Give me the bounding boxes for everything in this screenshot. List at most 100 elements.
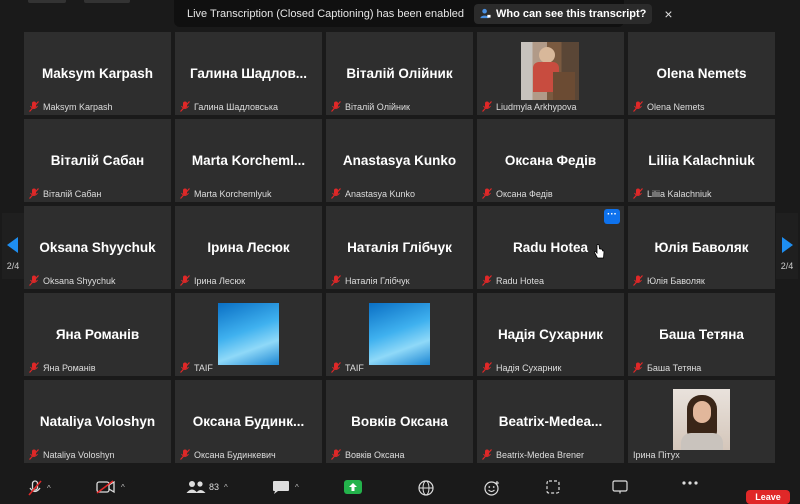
participant-label: Maksym Karpash	[29, 101, 113, 112]
mic-muted-icon	[180, 275, 190, 286]
participant-display-name: Olena Nemets	[656, 66, 747, 81]
mic-muted-icon	[482, 188, 492, 199]
chat-icon	[273, 481, 289, 494]
participant-display-name: Яна Романів	[55, 327, 140, 342]
chat-button[interactable]: ^	[272, 480, 299, 495]
hand-cursor-icon	[593, 244, 605, 259]
participant-tile[interactable]: Beatrix-Medea... Beatrix-Medea Brener	[477, 380, 624, 463]
participant-display-name: Наталія Глібчук	[347, 240, 452, 255]
participant-tile[interactable]: Наталія Глібчук Наталія Глібчук	[326, 206, 473, 289]
participant-label-text: Надія Сухарник	[496, 362, 562, 373]
mic-muted-icon	[180, 101, 190, 112]
participant-display-name: Віталій Олійник	[346, 66, 453, 81]
mic-muted-icon	[28, 480, 42, 496]
top-bar-ghost-element	[28, 0, 66, 3]
transcription-banner: Live Transcription (Closed Captioning) h…	[174, 0, 673, 27]
start-video-button[interactable]: ^	[96, 480, 125, 494]
participant-tile[interactable]: Віталій Сабан Віталій Сабан	[24, 119, 171, 202]
person-lock-icon	[480, 8, 491, 19]
share-screen-button[interactable]	[344, 480, 362, 495]
participant-video-thumbnail	[673, 389, 730, 450]
participant-tile[interactable]: TAIF	[326, 293, 473, 376]
participant-tile[interactable]: Oksana Shyychuk Oksana Shyychuk	[24, 206, 171, 289]
chevron-up-icon[interactable]: ^	[224, 483, 228, 492]
chevron-up-icon[interactable]: ^	[121, 483, 125, 492]
participant-label-text: Вовків Оксана	[345, 449, 405, 460]
more-button[interactable]	[682, 480, 698, 486]
mic-muted-icon	[29, 188, 39, 199]
participant-label: Anastasya Kunko	[331, 188, 415, 199]
mic-muted-icon	[180, 449, 190, 460]
participant-tile[interactable]: Marta Korcheml... Marta Korchemlyuk	[175, 119, 322, 202]
page-indicator-right: 2/4	[780, 261, 794, 271]
participant-tile[interactable]: Nataliya Voloshyn Nataliya Voloshyn	[24, 380, 171, 463]
participant-grid: Maksym Karpash Maksym Karpash Галина Шад…	[24, 32, 776, 464]
page-indicator-left: 2/4	[6, 261, 20, 271]
participant-label: Liliia Kalachniuk	[633, 188, 712, 199]
participant-tile[interactable]: Liliia Kalachniuk Liliia Kalachniuk	[628, 119, 775, 202]
participant-tile[interactable]: Liudmyla Arkhypova	[477, 32, 624, 115]
reactions-button[interactable]	[484, 480, 500, 496]
participant-tile[interactable]: Maksym Karpash Maksym Karpash	[24, 32, 171, 115]
participant-tile[interactable]: Яна Романів Яна Романів	[24, 293, 171, 376]
close-banner-button[interactable]: ×	[664, 6, 672, 22]
participant-display-name: Beatrix-Medea...	[498, 414, 603, 429]
participant-display-name: Віталій Сабан	[50, 153, 145, 168]
previous-page-button[interactable]: 2/4	[2, 213, 24, 279]
participant-tile[interactable]: Оксана Будинк... Оксана Будинкевич	[175, 380, 322, 463]
participant-tile[interactable]: Olena Nemets Olena Nemets	[628, 32, 775, 115]
globe-icon	[418, 480, 434, 496]
participant-label-text: Liliia Kalachniuk	[647, 188, 712, 199]
participant-label-text: Beatrix-Medea Brener	[496, 449, 585, 460]
unmute-button[interactable]: ^	[28, 480, 51, 496]
participant-label: Radu Hotea	[482, 275, 544, 286]
apps-button[interactable]	[546, 480, 560, 494]
participant-label: Яна Романів	[29, 362, 96, 373]
translation-button[interactable]	[418, 480, 434, 496]
participant-display-name: Liliia Kalachniuk	[648, 153, 755, 168]
participant-label: Beatrix-Medea Brener	[482, 449, 584, 460]
participant-tile[interactable]: TAIF	[175, 293, 322, 376]
participant-tile[interactable]: Баша Тетяна Баша Тетяна	[628, 293, 775, 376]
mic-muted-icon	[633, 101, 643, 112]
participant-tile[interactable]: Галина Шадлов... Галина Шадловська	[175, 32, 322, 115]
mic-muted-icon	[482, 275, 492, 286]
chevron-up-icon[interactable]: ^	[295, 483, 299, 492]
top-bar-ghost-element	[84, 0, 130, 3]
participant-label-text: TAIF	[194, 362, 213, 373]
participant-tile[interactable]: Юлія Баволяк Юлія Баволяк	[628, 206, 775, 289]
next-page-button[interactable]: 2/4	[776, 213, 798, 279]
mic-muted-icon	[180, 188, 190, 199]
participant-tile[interactable]: Віталій Олійник Віталій Олійник	[326, 32, 473, 115]
who-can-see-transcript-button[interactable]: Who can see this transcript?	[474, 3, 653, 24]
participant-label-text: Наталія Глібчук	[345, 275, 410, 286]
leave-button[interactable]: Leave	[746, 490, 790, 504]
participant-tile[interactable]: Вовків Оксана Вовків Оксана	[326, 380, 473, 463]
tile-more-options-button[interactable]: ···	[604, 209, 620, 224]
participant-label: Liudmyla Arkhypova	[482, 101, 577, 112]
participant-display-name: Вовків Оксана	[351, 414, 448, 429]
participant-label: Оксана Будинкевич	[180, 449, 276, 460]
participant-tile[interactable]: Оксана Федів Оксана Федів	[477, 119, 624, 202]
participant-tile[interactable]: Надія Сухарник Надія Сухарник	[477, 293, 624, 376]
participant-label-text: Галина Шадловська	[194, 101, 279, 112]
meeting-toolbar: ^ ^ 83 ^ ^	[0, 474, 800, 500]
participants-button[interactable]: 83 ^	[186, 480, 228, 494]
participant-label-text: Ірина Пітух	[633, 450, 680, 460]
participant-label-text: Баша Тетяна	[647, 362, 702, 373]
participant-label: Баша Тетяна	[633, 362, 701, 373]
participant-label-text: Юлія Баволяк	[647, 275, 705, 286]
mic-muted-icon	[29, 101, 39, 112]
participant-tile[interactable]: Ірина Лесюк Ірина Лесюк	[175, 206, 322, 289]
participant-label: Ірина Лесюк	[180, 275, 245, 286]
mic-muted-icon	[331, 362, 341, 373]
chevron-up-icon[interactable]: ^	[47, 484, 51, 493]
participant-label: Ірина Пітух	[633, 450, 680, 460]
mic-muted-icon	[482, 449, 492, 460]
participant-tile[interactable]: Anastasya Kunko Anastasya Kunko	[326, 119, 473, 202]
participant-video-thumbnail	[218, 303, 279, 365]
participant-tile[interactable]: Radu Hotea ··· Radu Hotea	[477, 206, 624, 289]
whiteboard-button[interactable]	[612, 480, 628, 494]
participant-label-text: Яна Романів	[43, 362, 96, 373]
participant-tile[interactable]: Ірина Пітух	[628, 380, 775, 463]
